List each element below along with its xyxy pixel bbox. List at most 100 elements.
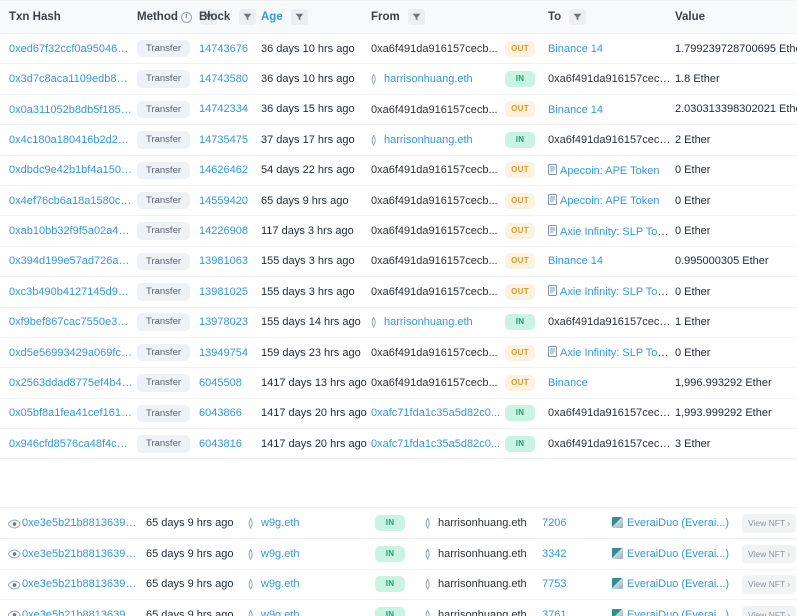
- cell-txn-hash[interactable]: 0x4c180a180416b2d2b8...: [0, 124, 137, 156]
- cell-token[interactable]: EveraiDuo (Everai...): [612, 508, 742, 540]
- block-link[interactable]: 6045508: [199, 377, 242, 389]
- cell-to[interactable]: Binance 14: [548, 94, 675, 126]
- cell-block[interactable]: 14742334: [199, 94, 261, 126]
- from-address-link[interactable]: 0xafc71fda1c35a5d82c0...: [371, 438, 500, 450]
- block-link[interactable]: 13981063: [199, 255, 248, 267]
- view-nft-button[interactable]: View NFT ›: [742, 544, 797, 564]
- cell-txn-hash[interactable]: 0x394d199e57ad726a8f...: [0, 246, 137, 278]
- cell-from[interactable]: 0xa6f491da916157cecb...: [371, 367, 505, 399]
- token-id-link[interactable]: 3761: [542, 609, 566, 616]
- txn-hash-link[interactable]: 0x0a311052b8db5f1858...: [9, 104, 133, 116]
- block-link[interactable]: 14743580: [199, 73, 248, 85]
- cell-block[interactable]: 14735475: [199, 124, 261, 156]
- cell-to[interactable]: Apecoin: APE Token: [548, 155, 675, 186]
- cell-to[interactable]: Apecoin: APE Token: [548, 185, 675, 217]
- cell-block[interactable]: 13981063: [199, 246, 261, 278]
- block-link[interactable]: 14626462: [199, 164, 248, 176]
- view-nft-button[interactable]: View NFT ›: [742, 575, 797, 594]
- to-label-link[interactable]: Apecoin: APE Token: [560, 195, 659, 207]
- transaction-row[interactable]: 0x394d199e57ad726a8f... Transfer 13981063 1…: [0, 246, 797, 278]
- cell-from[interactable]: 0xa6f491da916157cecb...: [371, 215, 505, 247]
- txn-hash-link[interactable]: 0x946cfd8576ca48f4cc5...: [9, 438, 133, 450]
- cell-txn-hash[interactable]: 0x0a311052b8db5f1858...: [0, 94, 137, 126]
- cell-token-id[interactable]: 3761: [542, 599, 612, 616]
- cell-token-id[interactable]: 7206: [542, 508, 612, 540]
- nft-transfer-row[interactable]: 0xe3e5b21b881363975c... 65 days 9 hrs ago…: [0, 538, 797, 570]
- cell-to[interactable]: 0xa6f491da916157cecb...: [548, 398, 675, 430]
- cell-txn-hash[interactable]: 0xed67f32ccf0a9504638...: [0, 33, 137, 65]
- cell-nft-from[interactable]: () w9g.eth: [248, 508, 375, 540]
- from-ens-link[interactable]: harrisonhuang.eth: [384, 316, 473, 328]
- cell-from[interactable]: 0xa6f491da916157cecb...: [371, 155, 505, 186]
- transaction-row[interactable]: 0x3d7c8aca1109edb876... Transfer 14743580 3…: [0, 63, 797, 95]
- block-link[interactable]: 13978023: [199, 316, 248, 328]
- nft-from-ens-link[interactable]: w9g.eth: [261, 609, 300, 616]
- cell-txn-hash[interactable]: 0x4ef76cb6a18a1580c0...: [0, 185, 137, 217]
- txn-hash-link[interactable]: 0x05bf8a1fea41cef161f2...: [9, 407, 133, 419]
- cell-from[interactable]: 0xa6f491da916157cecb...: [371, 337, 505, 369]
- view-nft-button[interactable]: View NFT ›: [742, 514, 797, 533]
- block-link[interactable]: 6043866: [199, 407, 242, 419]
- cell-to[interactable]: Binance 14: [548, 33, 675, 65]
- block-link[interactable]: 6043816: [199, 438, 242, 450]
- cell-txn-hash[interactable]: 0xf9bef867cac7550e359...: [0, 307, 137, 338]
- cell-txn-hash[interactable]: 0x2563ddad8775ef4b40...: [0, 367, 137, 399]
- nft-txn-hash-link[interactable]: 0xe3e5b21b881363975c...: [22, 578, 142, 590]
- filter-funnel-icon-from[interactable]: [407, 9, 425, 25]
- cell-nft-from[interactable]: () w9g.eth: [248, 538, 375, 570]
- cell-nft-from[interactable]: () w9g.eth: [248, 569, 375, 601]
- cell-token[interactable]: EveraiDuo (Everai...): [612, 599, 742, 616]
- nft-transfer-row[interactable]: 0xe3e5b21b881363975c... 65 days 9 hrs ago…: [0, 508, 797, 540]
- nft-from-ens-link[interactable]: w9g.eth: [261, 517, 300, 529]
- transaction-row[interactable]: 0x05bf8a1fea41cef161f2... Transfer 6043866…: [0, 398, 797, 430]
- transaction-row[interactable]: 0xab10bb32f9f5a02a44b... Transfer 14226908…: [0, 215, 797, 247]
- transaction-row[interactable]: 0xf9bef867cac7550e359... Transfer 13978023…: [0, 307, 797, 338]
- txn-hash-link[interactable]: 0x4c180a180416b2d2b8...: [9, 134, 133, 146]
- cell-txn-hash[interactable]: 0x3d7c8aca1109edb876...: [0, 63, 137, 95]
- transaction-row[interactable]: 0x2563ddad8775ef4b40... Transfer 6045508 14…: [0, 367, 797, 399]
- block-link[interactable]: 13949754: [199, 347, 248, 359]
- view-nft-button[interactable]: View NFT ›: [742, 605, 797, 616]
- cell-block[interactable]: 14743676: [199, 33, 261, 65]
- cell-token[interactable]: EveraiDuo (Everai...): [612, 569, 742, 601]
- cell-block[interactable]: 6043866: [199, 398, 261, 430]
- cell-block[interactable]: 14226908: [199, 215, 261, 247]
- to-label-link[interactable]: Binance: [548, 377, 588, 389]
- to-label-link[interactable]: Axie Infinity: SLP Token: [560, 347, 671, 359]
- cell-token-id[interactable]: 7753: [542, 569, 612, 601]
- transaction-row[interactable]: 0x4ef76cb6a18a1580c0... Transfer 14559420 6…: [0, 185, 797, 217]
- cell-txn-hash[interactable]: 0xd5e56993429a069fc7...: [0, 337, 137, 369]
- txn-hash-link[interactable]: 0xed67f32ccf0a9504638...: [9, 43, 133, 55]
- txn-hash-link[interactable]: 0xc3b490b4127145d95e...: [9, 286, 133, 298]
- cell-txn-hash[interactable]: 0x05bf8a1fea41cef161f2...: [0, 398, 137, 430]
- nft-transfer-row[interactable]: 0xe3e5b21b881363975c... 65 days 9 hrs ago…: [0, 599, 797, 616]
- cell-to[interactable]: Binance: [548, 367, 675, 399]
- cell-from[interactable]: () harrisonhuang.eth: [371, 307, 505, 338]
- txn-hash-link[interactable]: 0x3d7c8aca1109edb876...: [9, 73, 133, 85]
- cell-to[interactable]: 0xa6f491da916157cecb...: [548, 307, 675, 338]
- cell-from[interactable]: 0xa6f491da916157cecb...: [371, 94, 505, 126]
- cell-nft-txn-hash[interactable]: 0xe3e5b21b881363975c...: [22, 538, 146, 570]
- token-link[interactable]: EveraiDuo (Everai...): [627, 609, 729, 616]
- cell-view-details[interactable]: [0, 508, 22, 540]
- cell-from[interactable]: () harrisonhuang.eth: [371, 63, 505, 95]
- cell-to[interactable]: Binance 14: [548, 246, 675, 278]
- column-header-age[interactable]: Age: [261, 0, 371, 34]
- block-link[interactable]: 14742334: [199, 103, 248, 115]
- info-circle-icon[interactable]: [180, 11, 192, 23]
- block-link[interactable]: 14735475: [199, 134, 248, 146]
- to-label-link[interactable]: Apecoin: APE Token: [560, 165, 659, 177]
- txn-hash-link[interactable]: 0x2563ddad8775ef4b40...: [9, 377, 133, 389]
- transaction-row[interactable]: 0x4c180a180416b2d2b8... Transfer 14735475 3…: [0, 124, 797, 156]
- to-label-link[interactable]: Binance 14: [548, 255, 603, 267]
- cell-action[interactable]: View NFT ›: [742, 538, 797, 570]
- cell-block[interactable]: 14559420: [199, 185, 261, 217]
- cell-txn-hash[interactable]: 0x946cfd8576ca48f4cc5...: [0, 428, 137, 460]
- cell-action[interactable]: View NFT ›: [742, 599, 797, 616]
- cell-to[interactable]: 0xa6f491da916157cecb...: [548, 428, 675, 460]
- cell-view-details[interactable]: [0, 538, 22, 570]
- cell-txn-hash[interactable]: 0xc3b490b4127145d95e...: [0, 276, 137, 308]
- transaction-row[interactable]: 0xdbdc9e42b1bf4a1501... Transfer 14626462 5…: [0, 155, 797, 186]
- transaction-row[interactable]: 0x946cfd8576ca48f4cc5... Transfer 6043816 1…: [0, 428, 797, 460]
- from-address-link[interactable]: 0xafc71fda1c35a5d82c0...: [371, 407, 500, 419]
